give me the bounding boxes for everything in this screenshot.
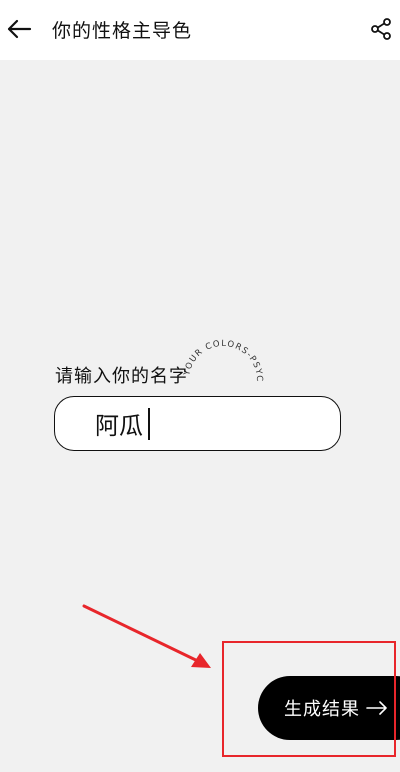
text-cursor bbox=[148, 408, 150, 440]
circular-text-content: YOUR COLORS-PSYC bbox=[182, 339, 263, 383]
generate-result-button[interactable]: 生成结果 bbox=[258, 676, 400, 740]
page: 你的性格主导色 YOUR COLORS-PSYC 请输入你的名字 生成结果 bbox=[0, 0, 400, 772]
svg-text:YOUR COLORS-PSYC: YOUR COLORS-PSYC bbox=[182, 339, 264, 383]
arrow-left-icon bbox=[7, 19, 32, 39]
top-bar: 你的性格主导色 bbox=[0, 0, 400, 60]
generate-result-label: 生成结果 bbox=[284, 699, 360, 720]
name-input[interactable] bbox=[54, 396, 341, 451]
page-title: 你的性格主导色 bbox=[52, 20, 193, 42]
share-icon bbox=[371, 18, 391, 40]
back-button[interactable] bbox=[4, 14, 34, 44]
share-button[interactable] bbox=[366, 14, 396, 44]
name-label: 请输入你的名字 bbox=[55, 366, 188, 387]
arrow-right-icon bbox=[366, 700, 388, 716]
